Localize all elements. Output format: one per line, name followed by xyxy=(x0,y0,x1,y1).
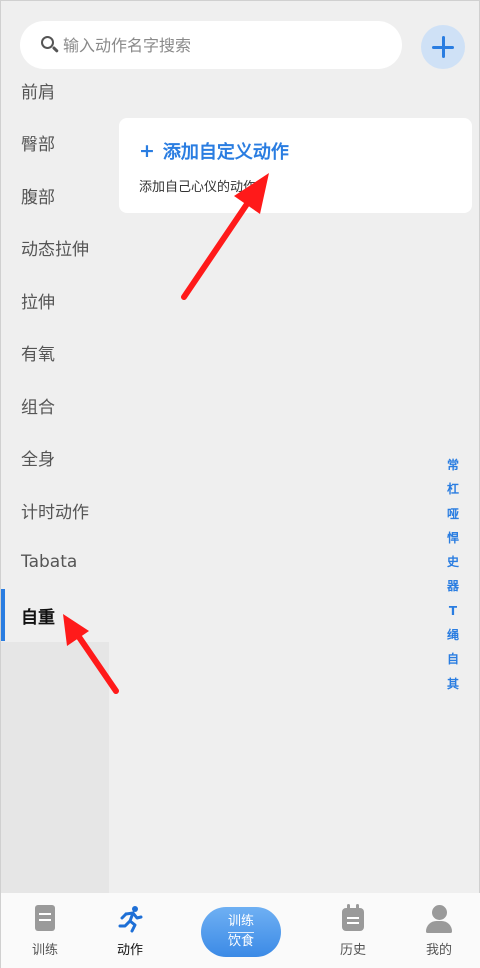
add-custom-action-title: + 添加自定义动作 xyxy=(139,140,289,163)
tab-mine[interactable]: 我的 xyxy=(411,905,467,958)
plus-icon: + xyxy=(139,140,155,162)
sidebar-item-glutes[interactable]: 臀部 xyxy=(1,116,109,168)
search-icon xyxy=(40,35,60,55)
sidebar-item-bodyweight[interactable]: 自重 xyxy=(1,589,109,641)
search-bar[interactable] xyxy=(20,21,402,69)
sidebar-item-full-body[interactable]: 全身 xyxy=(1,431,109,483)
index-item[interactable]: 绳 xyxy=(447,623,459,647)
index-item[interactable]: 哑 xyxy=(447,502,459,526)
center-button-bottom-label: 饮食 xyxy=(227,933,254,949)
index-item[interactable]: 器 xyxy=(447,574,459,598)
center-button-divider xyxy=(228,931,254,933)
calendar-icon xyxy=(339,904,367,933)
active-indicator xyxy=(1,589,5,641)
sidebar-empty-area xyxy=(1,642,109,893)
index-item[interactable]: 自 xyxy=(447,647,459,671)
index-item[interactable]: 悍 xyxy=(447,526,459,550)
annotation-arrow-card xyxy=(181,198,252,300)
sidebar-item-timed[interactable]: 计时动作 xyxy=(1,484,109,536)
equipment-index-bar: 常 杠 哑 悍 史 器 T 绳 自 其 xyxy=(441,453,465,696)
add-custom-action-description: 添加自己心仪的动作 xyxy=(139,180,257,195)
sidebar-item-front-shoulder[interactable]: 前肩 xyxy=(1,79,109,116)
tab-history[interactable]: 历史 xyxy=(325,904,381,958)
running-icon xyxy=(116,905,144,933)
index-item[interactable]: 史 xyxy=(447,550,459,574)
train-diet-center-button[interactable]: 训练 饮食 xyxy=(201,907,281,957)
search-input[interactable] xyxy=(63,35,383,55)
sidebar-item-cardio[interactable]: 有氧 xyxy=(1,326,109,378)
index-item[interactable]: 杠 xyxy=(447,477,459,501)
category-sidebar: 前肩 臀部 腹部 动态拉伸 拉伸 有氧 组合 全身 计时动作 Tabata 自重 xyxy=(1,79,109,893)
add-action-button[interactable] xyxy=(421,25,465,69)
user-icon xyxy=(425,905,453,933)
sidebar-item-abs[interactable]: 腹部 xyxy=(1,169,109,221)
sidebar-item-combo[interactable]: 组合 xyxy=(1,379,109,431)
add-custom-action-card[interactable]: + 添加自定义动作 添加自己心仪的动作 xyxy=(119,118,472,213)
index-item[interactable]: T xyxy=(449,599,457,623)
index-item[interactable]: 常 xyxy=(447,453,459,477)
tab-actions[interactable]: 动作 xyxy=(102,905,158,958)
index-item[interactable]: 其 xyxy=(447,672,459,696)
sidebar-item-stretch[interactable]: 拉伸 xyxy=(1,274,109,326)
sidebar-item-dynamic-stretch[interactable]: 动态拉伸 xyxy=(1,221,109,273)
center-button-top-label: 训练 xyxy=(227,913,254,929)
document-icon xyxy=(31,905,59,933)
sidebar-item-tabata[interactable]: Tabata xyxy=(1,536,109,588)
tab-train[interactable]: 训练 xyxy=(17,905,73,958)
